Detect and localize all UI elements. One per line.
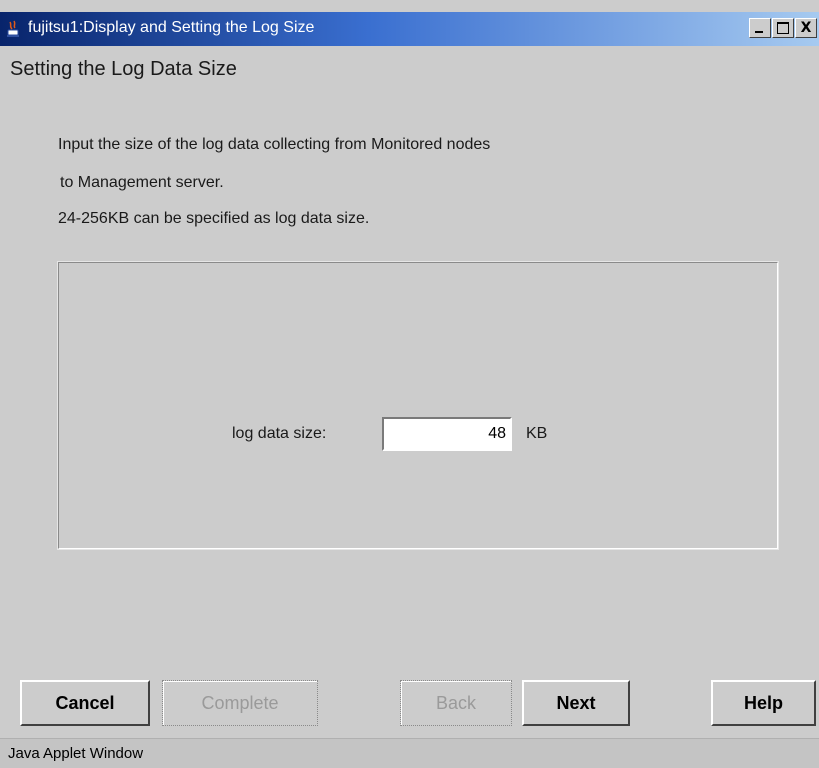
window-title: fujitsu1:Display and Setting the Log Siz… [28,19,315,36]
java-cup-icon [7,20,19,37]
cancel-button[interactable]: Cancel [20,680,150,726]
log-size-unit: KB [526,425,548,442]
description-line-2: to Management server. [60,174,224,191]
log-size-label: log data size: [232,425,327,442]
help-button[interactable]: Help [711,680,816,726]
description-line-1: Input the size of the log data collectin… [58,136,491,153]
complete-button: Complete [162,680,318,726]
minimize-icon[interactable] [749,18,771,38]
page-heading: Setting the Log Data Size [10,58,237,80]
next-button[interactable]: Next [522,680,630,726]
back-button: Back [400,680,512,726]
window-controls: X [749,18,817,40]
title-bar[interactable]: fujitsu1:Display and Setting the Log Siz… [0,12,819,46]
log-size-panel [57,261,779,550]
description-line-3: 24-256KB can be specified as log data si… [58,210,370,227]
close-icon[interactable]: X [795,18,817,38]
maximize-icon[interactable] [772,18,794,38]
log-size-input[interactable] [382,417,512,451]
status-bar: Java Applet Window [0,738,819,768]
applet-window: fujitsu1:Display and Setting the Log Siz… [0,0,819,768]
status-text: Java Applet Window [8,745,144,762]
